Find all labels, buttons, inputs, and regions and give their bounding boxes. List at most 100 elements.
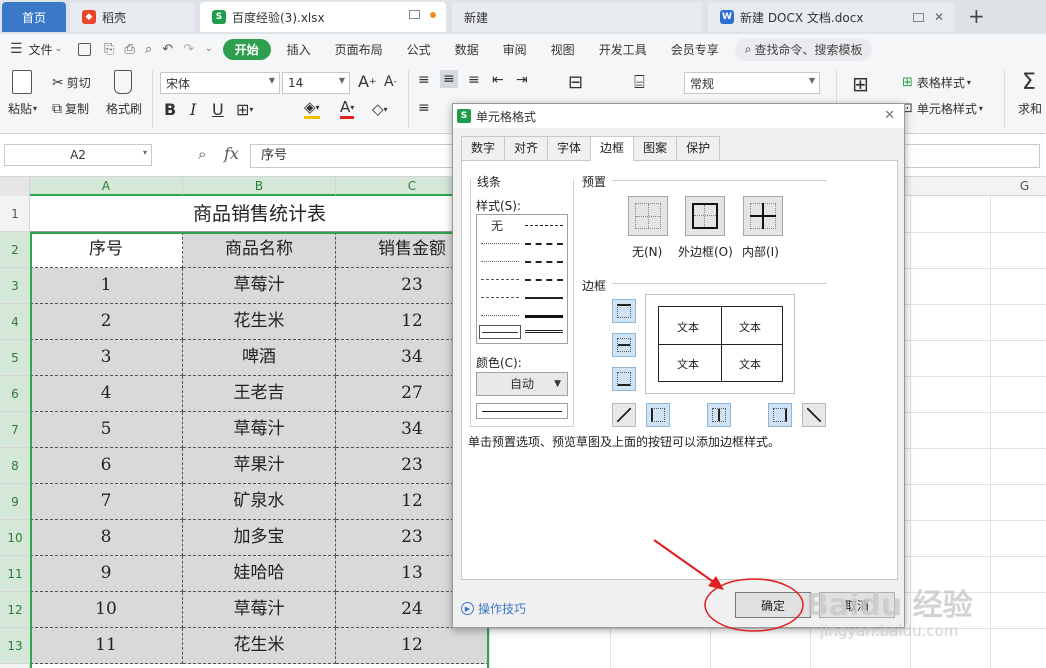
line-style-item[interactable]	[481, 297, 519, 298]
menu-page-layout[interactable]: 页面布局	[325, 41, 393, 58]
column-header-g[interactable]: G	[980, 177, 1046, 196]
table-cell[interactable]: 草莓汁	[183, 268, 336, 304]
table-cell[interactable]: 花生米	[183, 628, 336, 664]
fx-icon[interactable]: fx	[224, 144, 239, 163]
table-cell[interactable]: 8	[30, 520, 183, 556]
menu-view[interactable]: 视图	[541, 41, 585, 58]
fill-color-icon[interactable]: ◈ ▾	[304, 98, 320, 119]
menu-file[interactable]: 文件	[23, 41, 55, 58]
screen-icon[interactable]	[912, 12, 924, 22]
eraser-icon[interactable]: ◇ ▾	[372, 100, 388, 118]
font-name-select[interactable]: 宋体 ▼	[160, 72, 280, 94]
unsaved-dot-icon[interactable]	[430, 11, 436, 18]
font-size-select[interactable]: 14 ▼	[282, 72, 350, 94]
tab-docx[interactable]: W 新建 DOCX 文档.docx ✕	[708, 2, 954, 32]
row-header[interactable]: 5	[0, 340, 30, 376]
align-bottom-icon[interactable]: ≡	[468, 72, 480, 88]
table-cell[interactable]: 1	[30, 268, 183, 304]
redo-icon[interactable]: ↷	[183, 42, 194, 57]
border-top-button[interactable]	[612, 299, 636, 323]
line-style-item[interactable]	[525, 261, 563, 263]
print-preview-icon[interactable]: ⌕	[145, 42, 152, 57]
table-cell[interactable]: 11	[30, 628, 183, 664]
line-style-item[interactable]	[481, 315, 519, 316]
conditional-format-icon[interactable]: ⊞	[852, 72, 869, 96]
select-all-corner[interactable]	[0, 177, 30, 196]
cell-style-button[interactable]: ⊡ 单元格样式 ▾	[902, 100, 983, 117]
sum-button[interactable]: 求和	[1018, 100, 1042, 117]
row-header[interactable]: 12	[0, 592, 30, 628]
row-header[interactable]: 4	[0, 304, 30, 340]
line-style-item[interactable]	[525, 243, 563, 245]
line-style-item[interactable]	[525, 297, 563, 299]
table-cell[interactable]: 4	[30, 376, 183, 412]
tab-docer[interactable]: ◆ 稻壳	[70, 2, 194, 32]
menu-data[interactable]: 数据	[445, 41, 489, 58]
font-color-icon[interactable]: A ▾	[340, 98, 355, 119]
table-cell[interactable]: 3	[30, 340, 183, 376]
table-cell[interactable]: 10	[30, 592, 183, 628]
line-style-item[interactable]	[525, 225, 563, 226]
chevron-down-icon[interactable]: ⌄	[55, 44, 63, 54]
border-preview[interactable]: 文本 文本 文本 文本	[645, 294, 795, 394]
preset-inside-button[interactable]	[743, 196, 783, 236]
border-diagonal-up-button[interactable]	[612, 403, 636, 427]
row-header[interactable]: 13	[0, 628, 30, 664]
paste-icon[interactable]	[12, 70, 32, 94]
sum-icon[interactable]: Σ	[1022, 70, 1036, 95]
line-style-item[interactable]	[525, 279, 563, 281]
increase-indent-icon[interactable]: ⇥	[516, 72, 528, 88]
wrap-text-icon[interactable]: ⌸	[634, 72, 645, 93]
dialog-title-bar[interactable]: S 单元格格式 ✕	[453, 104, 904, 128]
screen-icon[interactable]	[409, 10, 420, 19]
tab-protection[interactable]: 保护	[676, 136, 721, 160]
table-cell[interactable]: 12	[336, 628, 489, 664]
table-cell[interactable]: 王老吉	[183, 376, 336, 412]
tab-xlsx[interactable]: S 百度经验(3).xlsx	[200, 2, 446, 32]
number-format-select[interactable]: 常规 ▼	[684, 72, 820, 94]
bold-icon[interactable]: B	[164, 100, 176, 119]
menu-member[interactable]: 会员专享	[661, 41, 729, 58]
row-header[interactable]: 10	[0, 520, 30, 556]
new-tab-plus-icon[interactable]: +	[968, 5, 985, 27]
menu-insert[interactable]: 插入	[277, 41, 321, 58]
line-style-item[interactable]	[481, 261, 519, 262]
underline-icon[interactable]: U	[212, 100, 224, 119]
table-cell[interactable]: 娃哈哈	[183, 556, 336, 592]
row-header[interactable]: 2	[0, 232, 30, 268]
tips-link[interactable]: ▶ 操作技巧	[461, 600, 526, 617]
table-cell[interactable]: 2	[30, 304, 183, 340]
print-icon[interactable]: ⎙	[125, 42, 135, 57]
table-cell[interactable]: 加多宝	[183, 520, 336, 556]
table-cell[interactable]: 草莓汁	[183, 592, 336, 628]
column-header-b[interactable]: B	[183, 177, 336, 196]
paste-button[interactable]: 粘贴 ▾	[8, 100, 37, 117]
merge-cells-icon[interactable]: ⊟	[568, 72, 583, 93]
line-style-none[interactable]: 无	[491, 217, 503, 234]
menu-formula[interactable]: 公式	[397, 41, 441, 58]
italic-icon[interactable]: I	[190, 100, 196, 119]
tab-number[interactable]: 数字	[461, 136, 506, 160]
border-middle-button[interactable]	[612, 333, 636, 357]
tab-new[interactable]: 新建	[452, 2, 702, 32]
tab-font[interactable]: 字体	[547, 136, 592, 160]
menu-review[interactable]: 审阅	[493, 41, 537, 58]
table-cell[interactable]: 5	[30, 412, 183, 448]
align-left-icon[interactable]: ≡	[418, 100, 430, 116]
name-box[interactable]: A2 ▾	[4, 144, 152, 166]
row-header[interactable]: 3	[0, 268, 30, 304]
line-style-item[interactable]	[481, 243, 519, 244]
decrease-indent-icon[interactable]: ⇤	[492, 72, 504, 88]
row-header[interactable]: 6	[0, 376, 30, 412]
line-style-item[interactable]	[525, 315, 563, 318]
row-header[interactable]: 1	[0, 196, 30, 232]
align-middle-icon[interactable]: ≡	[440, 70, 458, 88]
table-cell[interactable]: 6	[30, 448, 183, 484]
tab-alignment[interactable]: 对齐	[504, 136, 549, 160]
table-cell[interactable]: 花生米	[183, 304, 336, 340]
line-style-item[interactable]	[525, 330, 563, 334]
table-cell[interactable]: 矿泉水	[183, 484, 336, 520]
row-header[interactable]: 9	[0, 484, 30, 520]
save-icon[interactable]	[78, 42, 92, 56]
align-top-icon[interactable]: ≡	[418, 72, 430, 88]
